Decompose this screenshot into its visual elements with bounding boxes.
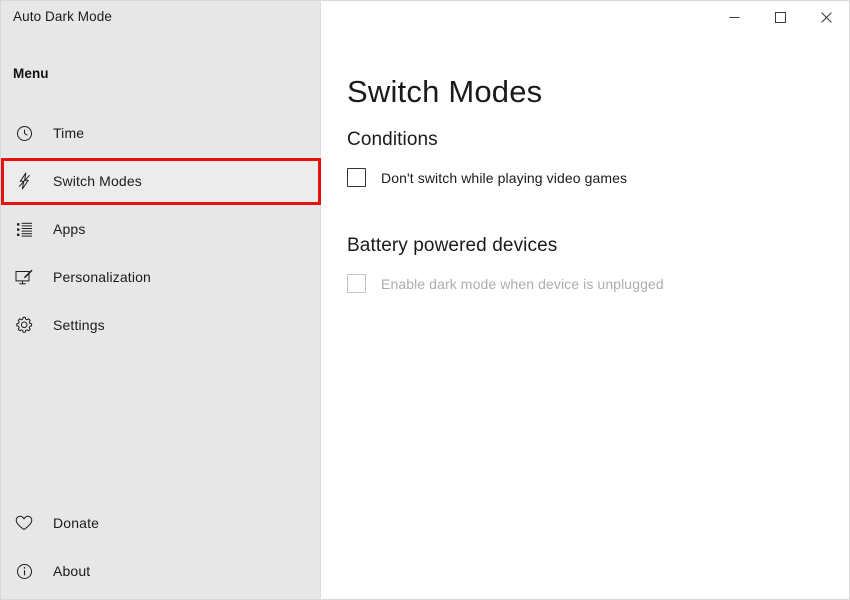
page-title: Switch Modes: [347, 73, 543, 109]
sidebar-menu-header: Menu: [13, 66, 49, 81]
option-row-dont-switch-video-games[interactable]: Don't switch while playing video games: [347, 168, 827, 187]
heart-icon: [13, 512, 35, 534]
sidebar: Menu Time Switch Modes Apps Personalizat…: [1, 1, 321, 599]
sidebar-nav-list: Time Switch Modes Apps Personalization S…: [1, 109, 321, 349]
close-icon: [820, 11, 832, 23]
sidebar-item-label: Settings: [53, 317, 105, 333]
minimize-button[interactable]: [711, 1, 757, 33]
title-bar: Auto Dark Mode: [1, 1, 849, 33]
minimize-icon: [729, 12, 740, 23]
sidebar-nav-list-bottom: Donate About: [1, 499, 321, 595]
sidebar-item-personalization[interactable]: Personalization: [1, 253, 321, 301]
checkbox-label: Don't switch while playing video games: [381, 169, 628, 186]
gear-icon: [13, 314, 35, 336]
app-title: Auto Dark Mode: [13, 9, 112, 24]
list-icon: [13, 218, 35, 240]
sidebar-item-label: Donate: [53, 515, 100, 531]
info-circle-icon: [13, 560, 35, 582]
app-window: Auto Dark Mode Menu Time Switch Modes Ap…: [0, 0, 850, 600]
checkbox-label: Enable dark mode when device is unplugge…: [381, 275, 664, 292]
maximize-button[interactable]: [757, 1, 803, 33]
main-content: Switch Modes Conditions Don't switch whi…: [322, 1, 849, 599]
sidebar-item-label: About: [53, 563, 91, 579]
sidebar-item-apps[interactable]: Apps: [1, 205, 321, 253]
sidebar-item-donate[interactable]: Donate: [1, 499, 321, 547]
clock-icon: [13, 122, 35, 144]
sidebar-item-label: Personalization: [53, 269, 151, 285]
checkbox-enable-dark-mode-unplugged: [347, 274, 366, 293]
sidebar-item-settings[interactable]: Settings: [1, 301, 321, 349]
lightning-slash-icon: [13, 170, 35, 192]
section-battery-powered-devices: Battery powered devices Enable dark mode…: [347, 235, 827, 293]
close-button[interactable]: [803, 1, 849, 33]
selection-indicator: [1, 170, 4, 192]
maximize-icon: [774, 11, 786, 23]
sidebar-item-label: Time: [53, 125, 85, 141]
sidebar-item-switch-modes[interactable]: Switch Modes: [1, 157, 321, 205]
sidebar-item-label: Apps: [53, 221, 86, 237]
section-heading: Conditions: [347, 129, 438, 150]
monitor-pen-icon: [13, 266, 35, 288]
checkbox-dont-switch-video-games[interactable]: [347, 168, 366, 187]
section-conditions: Conditions Don't switch while playing vi…: [347, 129, 827, 187]
sidebar-item-about[interactable]: About: [1, 547, 321, 595]
sidebar-item-time[interactable]: Time: [1, 109, 321, 157]
section-heading: Battery powered devices: [347, 235, 558, 256]
window-controls: [711, 1, 849, 33]
option-row-enable-dark-mode-unplugged: Enable dark mode when device is unplugge…: [347, 274, 827, 293]
sidebar-item-label: Switch Modes: [53, 173, 142, 189]
